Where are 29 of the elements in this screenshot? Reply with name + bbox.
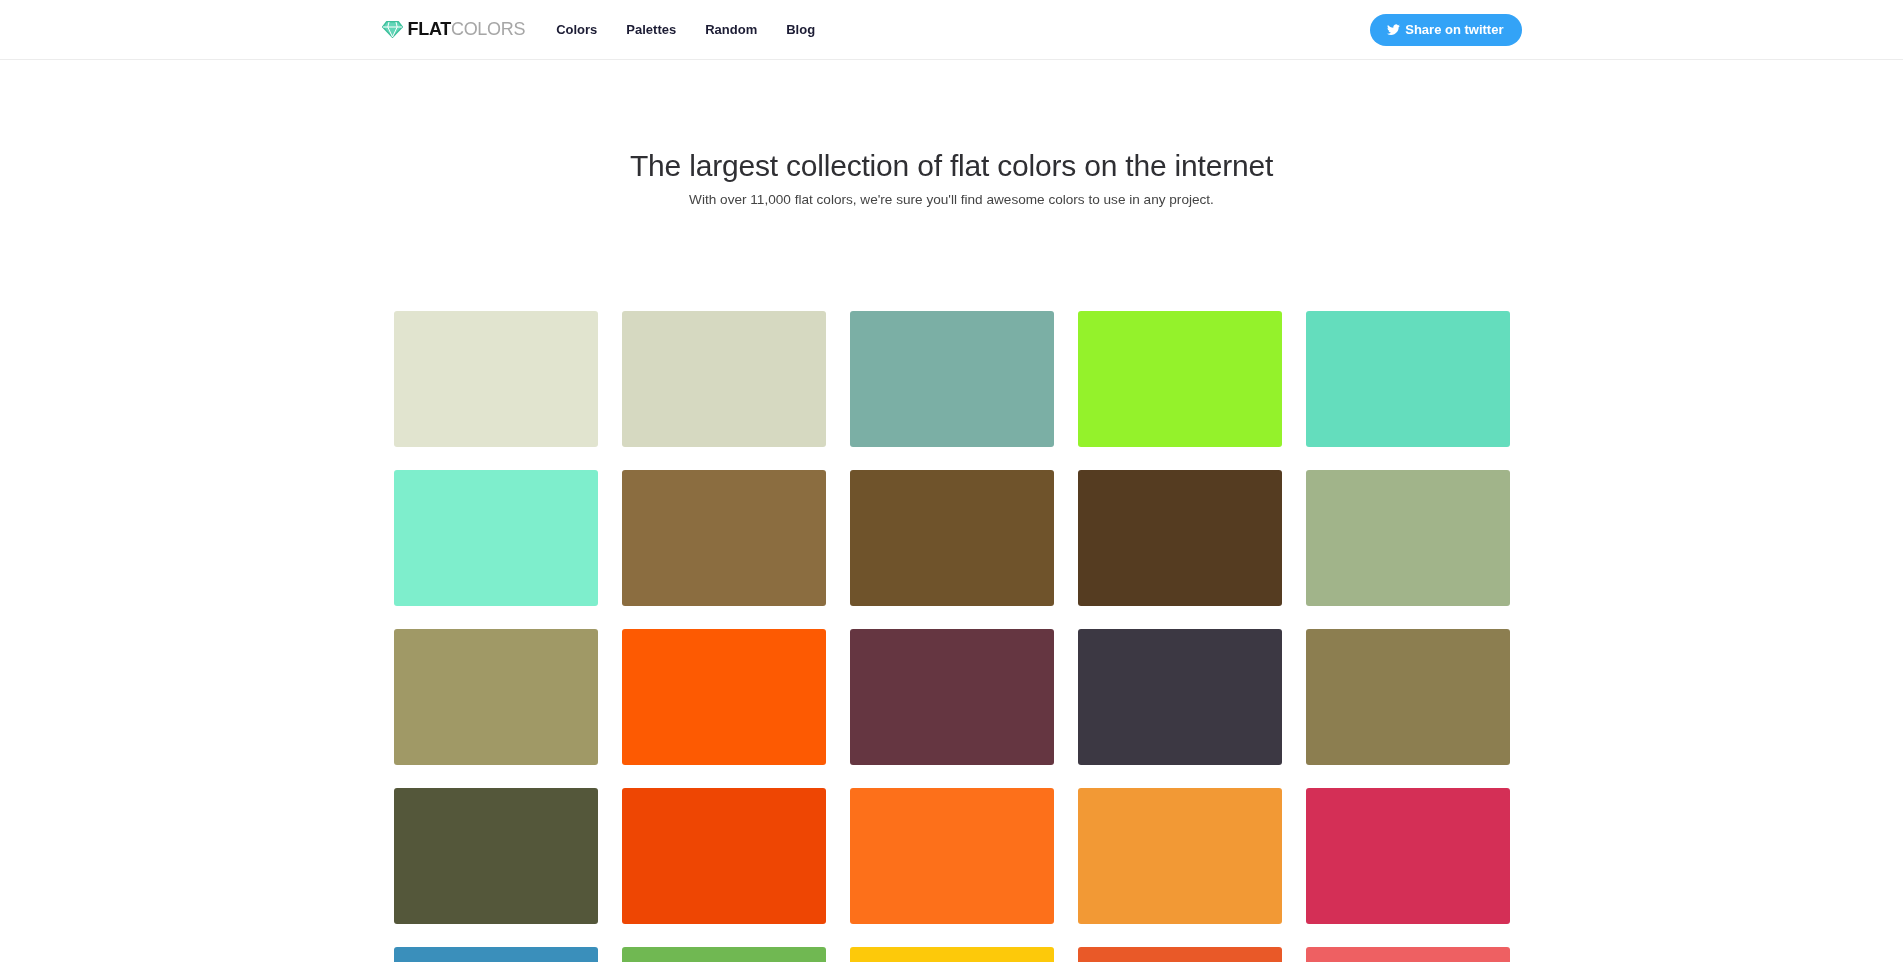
nav-link[interactable]: Colors bbox=[556, 22, 598, 37]
diamond-icon bbox=[381, 21, 403, 38]
color-swatch[interactable] bbox=[621, 788, 826, 924]
color-swatch[interactable] bbox=[1077, 788, 1282, 924]
bird-icon bbox=[1387, 24, 1401, 35]
color-swatch[interactable] bbox=[1077, 311, 1282, 447]
color-swatch[interactable] bbox=[1305, 788, 1510, 924]
nav-link[interactable]: Blog bbox=[786, 22, 816, 37]
color-swatch[interactable] bbox=[1077, 629, 1282, 765]
nav-link[interactable]: Random bbox=[705, 22, 758, 37]
logo-text[interactable]: FLATCOLORS bbox=[407, 19, 526, 40]
color-swatch[interactable] bbox=[849, 629, 1054, 765]
color-swatch[interactable] bbox=[393, 470, 598, 606]
color-swatch[interactable] bbox=[393, 629, 598, 765]
color-swatch[interactable] bbox=[621, 470, 826, 606]
color-swatch[interactable] bbox=[849, 311, 1054, 447]
color-swatch[interactable] bbox=[1305, 311, 1510, 447]
page-subtitle: With over 11,000 flat colors, we're sure you'll find awesome colors to use in any project. bbox=[689, 191, 1214, 209]
color-swatch[interactable] bbox=[1305, 470, 1510, 606]
color-swatch[interactable] bbox=[849, 470, 1054, 606]
color-swatch[interactable] bbox=[393, 788, 598, 924]
color-swatch[interactable] bbox=[621, 311, 826, 447]
color-swatch[interactable] bbox=[393, 311, 598, 447]
color-swatch[interactable] bbox=[1305, 629, 1510, 765]
color-swatch[interactable] bbox=[621, 629, 826, 765]
color-swatch[interactable] bbox=[849, 788, 1054, 924]
page-title: The largest collection of flat colors on the internet bbox=[629, 149, 1274, 183]
nav-link[interactable]: Palettes bbox=[626, 22, 677, 37]
color-swatch[interactable] bbox=[1077, 470, 1282, 606]
